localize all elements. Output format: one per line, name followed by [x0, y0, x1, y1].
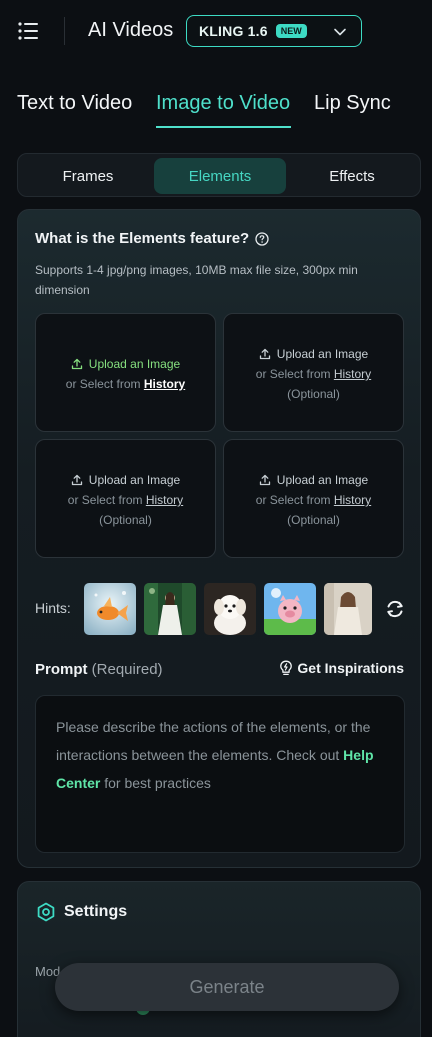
tab-effects[interactable]: Effects	[286, 158, 418, 194]
select-from-history: or Select from History	[224, 490, 403, 510]
tab-lip-sync[interactable]: Lip Sync	[314, 92, 391, 115]
upload-label: Upload an Image	[276, 473, 369, 487]
lightbulb-icon	[280, 660, 293, 676]
upload-box-3-content: Upload an Image or Select from History (…	[36, 470, 215, 530]
settings-hexagon-icon	[37, 902, 55, 922]
upload-box-4[interactable]: Upload an Image or Select from History (…	[223, 439, 404, 558]
upload-box-1-content: Upload an Image or Select from History	[36, 354, 215, 394]
upload-label: Upload an Image	[88, 357, 181, 371]
tab-elements[interactable]: Elements	[154, 158, 286, 194]
hints-label: Hints:	[35, 600, 71, 616]
header-divider	[64, 17, 65, 45]
prompt-placeholder-part1: Please describe the actions of the eleme…	[56, 719, 371, 763]
elements-description: Supports 1-4 jpg/png images, 10MB max fi…	[35, 263, 358, 297]
model-name: KLING 1.6	[199, 23, 268, 39]
prompt-placeholder-part2: for best practices	[100, 775, 211, 791]
upload-icon	[71, 474, 83, 486]
upload-line: Upload an Image	[224, 470, 403, 490]
model-selector[interactable]: KLING 1.6 NEW	[186, 15, 362, 47]
tab-frames[interactable]: Frames	[22, 158, 154, 194]
prompt-textarea[interactable]: Please describe the actions of the eleme…	[35, 695, 405, 853]
optional-label: (Optional)	[99, 513, 152, 527]
top-bar: AI Videos KLING 1.6 NEW	[0, 0, 432, 62]
sub-tabs: Frames Elements Effects	[17, 153, 421, 197]
new-badge: NEW	[275, 24, 307, 38]
hint-woman-portrait-thumbnail[interactable]	[324, 583, 372, 635]
optional-label: (Optional)	[287, 387, 340, 401]
upload-box-4-content: Upload an Image or Select from History (…	[224, 470, 403, 530]
tab-text-to-video[interactable]: Text to Video	[17, 92, 132, 115]
history-link[interactable]: History	[146, 493, 183, 507]
settings-title: Settings	[64, 903, 128, 920]
generate-button[interactable]: Generate	[55, 963, 399, 1011]
prompt-label-row: Prompt (Required)	[35, 661, 163, 678]
tab-image-to-video[interactable]: Image to Video	[156, 92, 290, 115]
history-link[interactable]: History	[334, 493, 371, 507]
select-prefix: or Select from	[255, 367, 331, 381]
hint-puppy-thumbnail[interactable]	[204, 583, 256, 635]
help-circle-icon[interactable]	[255, 231, 269, 246]
menu-icon[interactable]	[18, 21, 40, 41]
upload-icon	[259, 348, 271, 360]
get-inspirations-label: Get Inspirations	[297, 660, 404, 676]
select-prefix: or Select from	[65, 377, 141, 391]
upload-icon	[259, 474, 271, 486]
mode-tabs: Text to Video Image to Video Lip Sync	[0, 86, 432, 132]
elements-title-row: What is the Elements feature?	[35, 230, 269, 247]
upload-box-2-content: Upload an Image or Select from History (…	[224, 344, 403, 404]
upload-box-1[interactable]: Upload an Image or Select from History	[35, 313, 216, 432]
app-title: AI Videos	[88, 19, 174, 41]
select-prefix: or Select from	[255, 493, 331, 507]
optional-label: (Optional)	[287, 513, 340, 527]
select-from-history: or Select from History	[36, 374, 215, 394]
upload-line: Upload an Image	[36, 354, 215, 374]
refresh-hints-icon[interactable]	[384, 598, 406, 625]
upload-box-3[interactable]: Upload an Image or Select from History (…	[35, 439, 216, 558]
history-link[interactable]: History	[144, 377, 185, 391]
active-tab-underline	[156, 126, 291, 128]
history-link[interactable]: History	[334, 367, 371, 381]
chevron-down-icon	[333, 25, 347, 43]
select-prefix: or Select from	[67, 493, 143, 507]
get-inspirations-button[interactable]: Get Inspirations	[279, 660, 404, 676]
settings-header[interactable]: Settings	[36, 902, 127, 922]
elements-panel: What is the Elements feature? Supports 1…	[17, 209, 421, 868]
upload-box-2[interactable]: Upload an Image or Select from History (…	[223, 313, 404, 432]
upload-line: Upload an Image	[36, 470, 215, 490]
upload-line: Upload an Image	[224, 344, 403, 364]
settings-panel: Settings Mod	[17, 881, 421, 1037]
select-from-history: or Select from History	[36, 490, 215, 510]
prompt-required: (Required)	[91, 661, 163, 678]
upload-label: Upload an Image	[88, 473, 181, 487]
prompt-label: Prompt	[35, 661, 88, 678]
upload-icon	[71, 358, 83, 370]
select-from-history: or Select from History	[224, 364, 403, 384]
hint-woman-forest-thumbnail[interactable]	[144, 583, 196, 635]
hint-cartoon-pig-thumbnail[interactable]	[264, 583, 316, 635]
hint-goldfish-thumbnail[interactable]	[84, 583, 136, 635]
upload-label: Upload an Image	[276, 347, 369, 361]
elements-title: What is the Elements feature?	[35, 230, 250, 247]
